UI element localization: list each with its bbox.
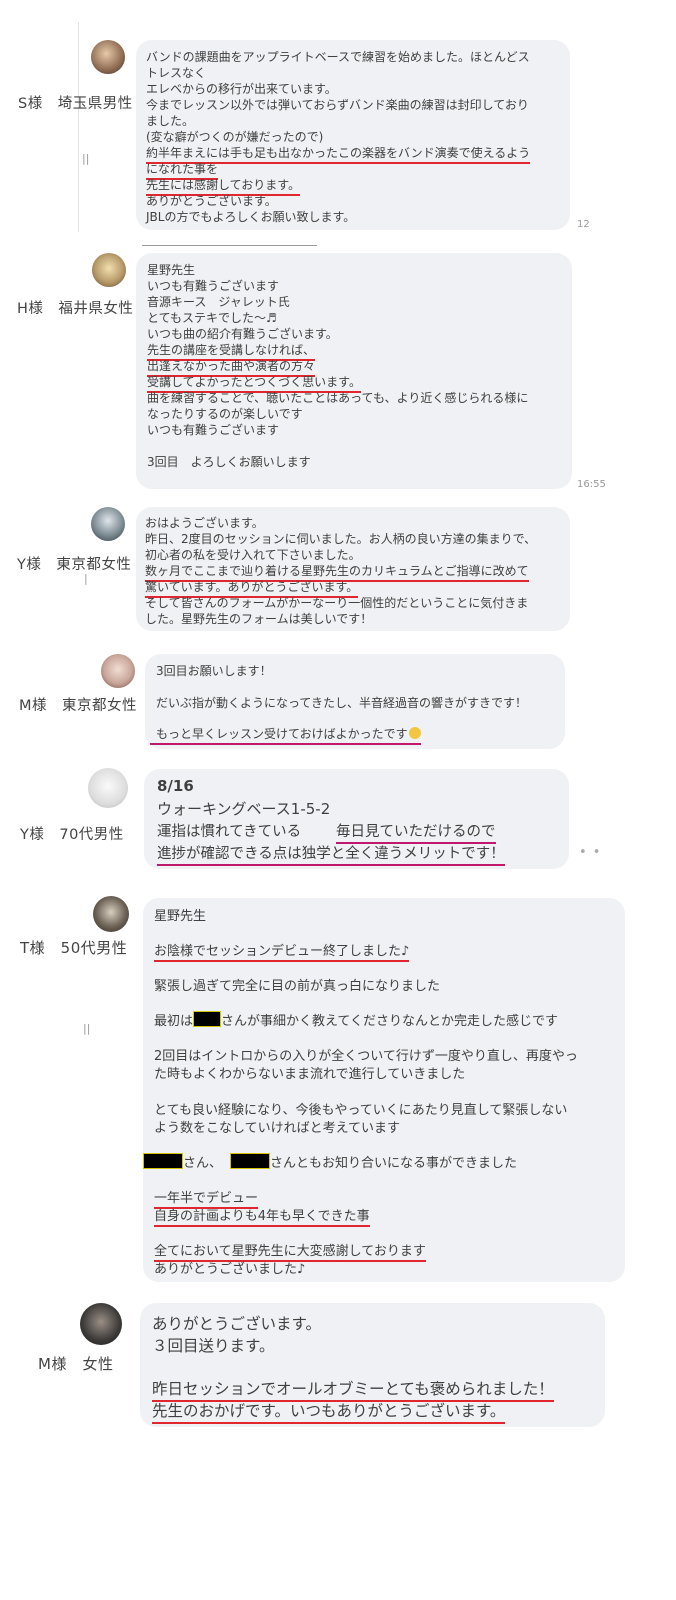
message-line: 2回目はイントロからの入りが全くついて行けず一度やり直し、再度やっ: [154, 1049, 578, 1064]
message-line: だいぶ指が動くようになってきたし、半音経過音の響きがすきです！: [156, 696, 528, 710]
highlighted-line: 先生のおかげです。いつもありがとうございます。: [152, 1399, 506, 1424]
highlighted-line: 自身の計画よりも4年も早くできた事: [154, 1205, 370, 1227]
message-line: おはようございます。: [145, 516, 264, 530]
reviewer-label: H様 福井県女性: [17, 301, 134, 317]
redaction-box-icon: [230, 1153, 271, 1169]
message-line: 8/16: [157, 777, 194, 795]
message-line: トレスなく: [146, 66, 207, 80]
message-text: 最初は: [154, 1014, 194, 1029]
message-line: エレベからの移行が出来ています。: [146, 82, 337, 96]
message-bubble: 8/16 ウォーキングベース1-5-2 運指は慣れてきている 毎日見ていただける…: [144, 769, 569, 869]
message-time: 16:55: [577, 479, 606, 490]
reviewer-label: T様 50代男性: [20, 939, 128, 957]
message-line: とても良い経験になり、今後もやっていくにあたり見直して緊張しない: [154, 1103, 568, 1118]
smile-emoji-icon: [408, 727, 421, 739]
message-time: 12: [577, 219, 590, 230]
redaction-box-icon: [193, 1011, 222, 1027]
message-line: 3回目 よろしくお願いします: [147, 455, 311, 469]
message-line: とてもステキでした〜♬: [147, 311, 277, 325]
message-line: いつも有難うございます: [147, 279, 280, 293]
avatar: [101, 654, 135, 688]
message-bubble: バンドの課題曲をアップライトベースで練習を始めました。ほとんどス トレスなく エ…: [136, 40, 570, 230]
highlighted-line: 進捗が確認できる点は独学と全く違うメリットです！: [157, 842, 505, 866]
message-line: ありがとうございます。: [146, 194, 277, 208]
reviewer-label: M様 東京都女性: [19, 698, 138, 714]
message-line: 運指は慣れてきている: [157, 824, 302, 840]
message-line: た時もよくわからないまま流れで進行していきました: [154, 1067, 466, 1082]
message-line: ウォーキングベース1-5-2: [157, 800, 331, 818]
message-line: 初心者の私を受け入れて下さいました。: [145, 548, 361, 562]
double-bar-glyph-icon: ||: [83, 1022, 91, 1035]
message-line: なったりするのが楽しいです: [147, 407, 303, 421]
message-text: さんともお知り合いになる事ができました: [270, 1156, 518, 1171]
message-line: 昨日、2度目のセッションに伺いました。お人柄の良い方達の集まりで、: [145, 532, 537, 546]
highlighted-line: お陰様でセッションデビュー終了しました♪: [154, 940, 410, 962]
message-line: 星野先生: [154, 909, 207, 924]
message-bubble: おはようございます。 昨日、2度目のセッションに伺いました。お人柄の良い方達の集…: [136, 507, 570, 631]
avatar: [80, 1303, 122, 1345]
message-line: いつも曲の紹介有難うございます。: [147, 327, 338, 341]
avatar: [91, 507, 125, 541]
highlighted-line: 毎日見ていただけるので: [336, 820, 496, 844]
message-line: 星野先生: [147, 263, 196, 277]
message-line: 音源キース ジャレット氏: [147, 295, 290, 309]
message-line: した。星野先生のフォームは美しいです！: [145, 612, 373, 626]
message-bubble: 星野先生 いつも有難うございます 音源キース ジャレット氏 とてもステキでした〜…: [136, 253, 572, 489]
message-bubble: 星野先生 お陰様でセッションデビュー終了しました♪ 緊張し過ぎて完全に目の前が真…: [143, 898, 625, 1282]
message-line: JBLの方でもよろしくお願い致します。: [146, 210, 356, 224]
message-line: バンドの課題曲をアップライトベースで練習を始めました。ほとんどス: [146, 50, 530, 64]
separator-line: [142, 245, 317, 246]
avatar: [93, 896, 129, 932]
message-line: 今までレッスン以外では弾いておらずバンド楽曲の練習は封印しており: [146, 98, 529, 112]
message-line: 緊張し過ぎて完全に目の前が真っ白になりました: [154, 979, 441, 994]
thread-divider-line: [78, 22, 79, 232]
message-line: そして皆さんのフォームがかーなーり一個性的だということに気付きま: [145, 596, 529, 610]
reviewer-label: Y様 70代男性: [20, 827, 124, 843]
message-text: さんが事細かく教えてくださりなんとか完走した感じです: [221, 1014, 558, 1029]
more-dots-icon: • •: [579, 845, 602, 860]
message-text: もっと早くレッスン受けておけばよかったです: [156, 727, 408, 741]
message-line: いつも有難うございます: [147, 423, 280, 437]
redaction-box-icon: [143, 1153, 183, 1169]
message-line: (変な癖がつくのが嫌だったので): [146, 130, 324, 144]
message-bubble: ありがとうございます。 ３回目送ります。 昨日セッションでオールオブミーとても褒…: [140, 1303, 605, 1427]
message-line: ました。: [146, 114, 195, 128]
message-line: ありがとうございます。: [152, 1315, 321, 1333]
avatar: [92, 253, 126, 287]
reviewer-label: Y様 東京都女性: [17, 557, 132, 573]
avatar: [91, 40, 125, 74]
message-line: 曲を練習することで、聴いたことはあっても、より近く感じられる様に: [147, 391, 529, 405]
double-bar-glyph-icon: ||: [82, 152, 90, 165]
reviewer-label: S様 埼玉県男性: [18, 96, 133, 112]
message-bubble: 3回目お願いします！ だいぶ指が動くようになってきたし、半音経過音の響きがすきで…: [145, 654, 565, 749]
bar-glyph-icon: |: [84, 572, 88, 585]
highlighted-line: もっと早くレッスン受けておけばよかったです: [150, 725, 421, 745]
message-text: さん、: [183, 1156, 223, 1171]
reviewer-label: M様 女性: [38, 1355, 114, 1373]
message-line: ３回目送ります。: [152, 1337, 275, 1355]
message-line: 最初は さんが事細かく教えてくださりなんとか完走した感じです: [154, 1010, 558, 1029]
avatar: [88, 768, 128, 808]
message-line: ありがとうございました♪: [154, 1262, 306, 1277]
message-line: さん、 さんともお知り合いになる事ができました: [143, 1152, 517, 1171]
message-line: 3回目お願いします！: [156, 664, 272, 678]
message-line: よう数をこなしていければと考えています: [154, 1121, 400, 1136]
